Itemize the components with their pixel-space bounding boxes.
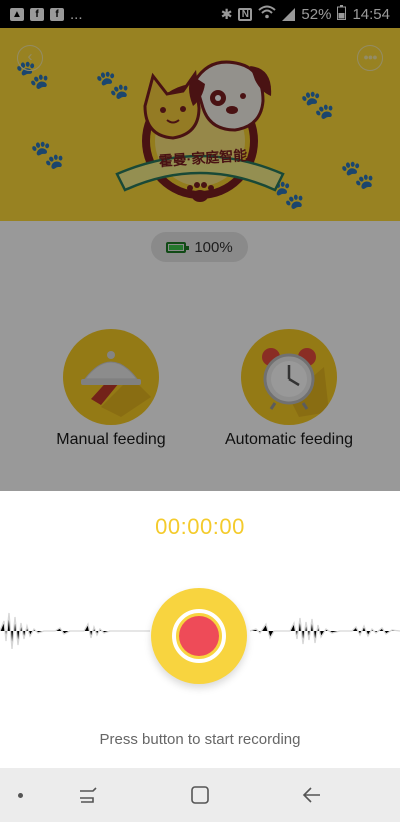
facebook-icon: f xyxy=(30,7,44,21)
alarm-clock-icon xyxy=(262,348,329,417)
status-bar-left: ▲ f f ... xyxy=(10,6,83,23)
record-button[interactable] xyxy=(151,588,247,684)
signal-icon xyxy=(282,7,296,21)
chevron-left-icon: ‹ xyxy=(27,48,33,65)
recent-apps-icon xyxy=(80,787,97,803)
paw-pattern-icon: 🐾 xyxy=(340,159,375,190)
facebook-icon: f xyxy=(50,7,64,21)
device-battery-level: 100% xyxy=(194,238,233,256)
wifi-icon xyxy=(258,5,277,23)
automatic-feeding-button[interactable] xyxy=(241,329,337,425)
recent-apps-button[interactable] xyxy=(68,768,108,822)
paw-pattern-icon: 🐾 xyxy=(30,139,65,170)
battery-icon xyxy=(166,241,190,253)
device-battery-badge: 100% xyxy=(151,232,248,262)
dot-icon xyxy=(17,792,23,798)
status-bar: ▲ f f ... ✱ N 52% 14:54 xyxy=(0,0,400,28)
header-banner: 🐾 🐾 🐾 🐾 🐾 🐾 ‹ ●●● 霍曼·家庭智能 xyxy=(0,28,400,221)
recording-hint: Press button to start recording xyxy=(99,731,301,748)
food-cloche-icon xyxy=(81,351,151,417)
nav-dot-button[interactable] xyxy=(0,768,40,822)
battery-percent: 52% xyxy=(301,5,332,23)
status-more: ... xyxy=(70,5,83,23)
back-icon xyxy=(302,787,320,803)
image-icon: ▲ xyxy=(10,7,24,21)
back-button[interactable]: ‹ xyxy=(17,45,43,71)
battery-icon xyxy=(337,4,347,24)
status-bar-right: ✱ N 52% 14:54 xyxy=(220,4,390,24)
clock-time: 14:54 xyxy=(352,5,390,23)
back-nav-button[interactable] xyxy=(292,768,332,822)
system-nav-bar xyxy=(0,768,400,822)
recording-sheet: 00:00:00 Press button to start recording xyxy=(0,491,400,768)
automatic-feeding-label: Automatic feeding xyxy=(224,431,354,448)
record-button-ring xyxy=(172,609,226,663)
nfc-icon: N xyxy=(238,7,253,21)
paw-pattern-icon: 🐾 xyxy=(300,89,335,120)
record-dot-icon xyxy=(179,616,219,656)
home-icon xyxy=(191,786,209,804)
bluetooth-icon: ✱ xyxy=(220,5,233,22)
more-icon: ●●● xyxy=(363,52,377,62)
manual-feeding-button[interactable] xyxy=(63,329,159,425)
brand-logo xyxy=(115,60,285,202)
more-button[interactable]: ●●● xyxy=(357,45,383,71)
recording-timer: 00:00:00 xyxy=(155,514,245,539)
home-button[interactable] xyxy=(180,768,220,822)
manual-feeding-label: Manual feeding xyxy=(56,431,166,448)
